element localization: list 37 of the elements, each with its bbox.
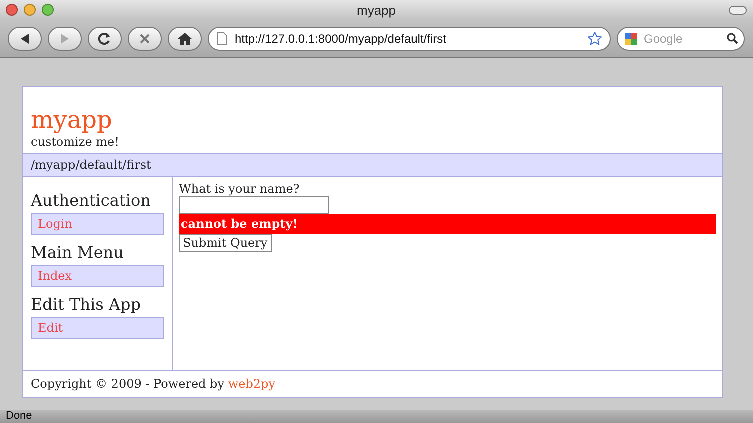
forward-arrow-icon [59,32,71,44]
footer-link[interactable]: web2py [228,377,276,391]
footer-text: Copyright © 2009 - Powered by [31,377,226,391]
site-subtitle: customize me! [31,135,120,149]
close-icon [139,32,151,44]
back-button[interactable] [8,26,42,50]
submit-button[interactable]: Submit Query [179,234,272,252]
close-button[interactable] [6,4,18,16]
toolbar-toggle-button[interactable] [729,6,747,14]
address-field[interactable]: http://127.0.0.1:8000/myapp/default/first [208,26,611,50]
search-bar[interactable]: Google [617,26,745,50]
stop-button[interactable] [128,26,162,50]
sidebar-link[interactable]: Edit [31,317,164,339]
error-message: cannot be empty! [179,214,716,234]
zoom-button[interactable] [42,4,54,16]
breadcrumb-bar: /myapp/default/first [23,153,722,177]
field-label: What is your name? [179,182,300,196]
sidebar-link[interactable]: Login [31,213,164,235]
sidebar-heading: Edit This App [31,294,142,316]
bookmark-star-icon[interactable] [588,32,602,45]
home-icon [178,32,192,44]
reload-icon [98,32,112,46]
reload-button[interactable] [88,26,122,50]
name-input-field[interactable] [179,196,329,214]
status-text: Done [0,410,753,423]
forward-button[interactable] [48,26,82,50]
sidebar-heading: Authentication [31,190,152,212]
sidebar-link[interactable]: Index [31,265,164,287]
search-icon [727,33,738,44]
site-title: myapp [31,105,114,135]
window-title: myapp [356,2,398,18]
search-engine-icon [624,32,638,46]
home-button[interactable] [168,26,202,50]
minimize-button[interactable] [24,4,36,16]
back-arrow-icon [19,32,31,44]
sidebar-heading: Main Menu [31,242,125,264]
page-icon [217,32,227,45]
